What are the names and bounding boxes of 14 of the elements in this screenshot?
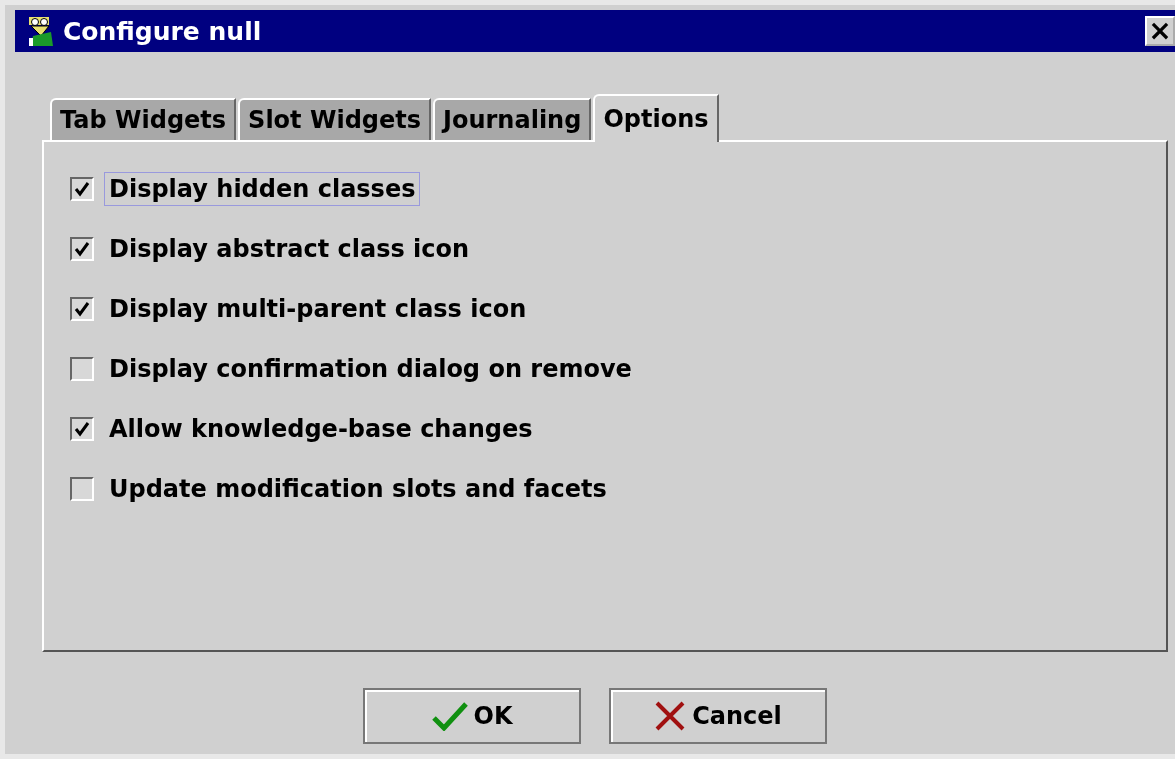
option-label[interactable]: Display confirmation dialog on remove <box>104 352 637 386</box>
ok-button[interactable]: OK <box>363 688 581 744</box>
close-button[interactable]: × <box>1145 16 1175 46</box>
tab[interactable]: Options <box>593 94 719 142</box>
option-label[interactable]: Display abstract class icon <box>104 232 475 266</box>
tab[interactable]: Tab Widgets <box>50 98 237 140</box>
tab[interactable]: Slot Widgets <box>238 98 432 140</box>
option-label[interactable]: Allow knowledge-base changes <box>104 412 538 446</box>
tab[interactable]: Journaling <box>433 98 592 140</box>
option-label[interactable]: Display multi-parent class icon <box>104 292 532 326</box>
cancel-button[interactable]: Cancel <box>609 688 827 744</box>
option-label[interactable]: Update modification slots and facets <box>104 472 612 506</box>
window-title: Configure null <box>63 16 262 46</box>
option-label[interactable]: Display hidden classes <box>104 172 421 206</box>
